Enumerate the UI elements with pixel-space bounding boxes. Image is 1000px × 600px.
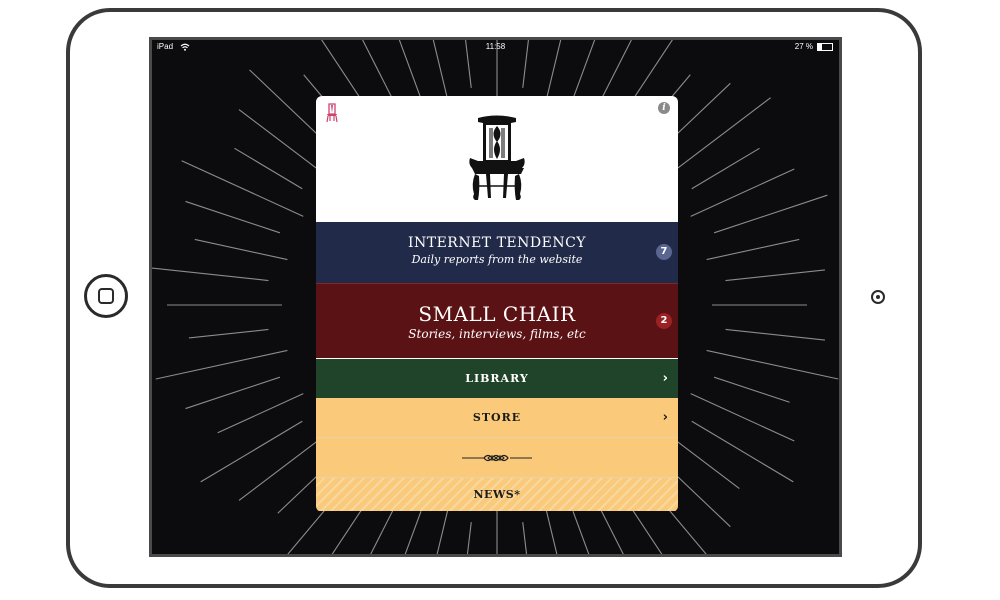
ornament-divider-row [316,438,678,478]
sunburst-ray [217,393,304,434]
sunburst-ray [706,349,839,380]
screen: iPad 11:58 27 % i INTERNET TENDENCY Dail… [149,37,842,557]
battery-percent: 27 % [794,42,813,51]
library-label: LIBRARY [465,372,529,385]
menu-panel: i INTERNET TENDENCY Daily reports from t… [316,96,678,512]
sunburst-ray [234,147,303,190]
sunburst-ray [572,511,590,554]
info-icon[interactable]: i [658,102,670,114]
sunburst-ray [691,147,760,190]
small-chair-title: SMALL CHAIR [418,302,576,326]
store-item[interactable]: STORE › [316,398,678,438]
home-button[interactable] [84,274,128,318]
sunburst-ray [725,269,825,282]
sunburst-ray [691,420,794,483]
sunburst-ray [188,328,269,339]
small-chair-item[interactable]: SMALL CHAIR Stories, interviews, films, … [316,283,678,358]
sunburst-ray [713,194,828,234]
sunburst-ray [713,376,790,403]
sunburst-ray [725,328,825,341]
sunburst-ray [155,349,288,380]
small-chair-icon[interactable] [325,103,339,123]
sunburst-ray [466,522,472,554]
sunburst-ray [404,511,422,554]
sunburst-ray [664,97,771,179]
chevron-right-icon: › [662,371,669,386]
sunburst-ray [690,393,795,442]
battery-status: 27 % [795,40,833,54]
internet-tendency-badge: 7 [656,244,672,260]
news-item[interactable]: NEWS* [316,478,678,511]
sunburst-ray [185,376,281,410]
battery-icon [817,43,833,51]
small-chair-badge: 2 [656,313,672,329]
ornament-divider [462,454,532,462]
internet-tendency-subtitle: Daily reports from the website [411,253,583,266]
sunburst-ray [194,238,288,261]
sunburst-ray [522,522,528,554]
sunburst-ray [690,168,795,217]
internet-tendency-title: INTERNET TENDENCY [407,235,587,251]
chevron-right-icon: › [662,410,669,425]
sunburst-ray [185,200,281,234]
chair-logo [469,115,525,200]
camera-icon [871,290,885,304]
store-label: STORE [472,411,522,424]
library-item[interactable]: LIBRARY › [316,358,678,398]
home-button-square [98,288,114,304]
sunburst-ray [200,420,303,483]
news-label: NEWS* [473,488,521,501]
small-chair-subtitle: Stories, interviews, films, etc [408,327,586,341]
internet-tendency-item[interactable]: INTERNET TENDENCY Daily reports from the… [316,222,678,283]
header-logo-area: i [316,96,678,222]
clock: 11:58 [485,42,506,51]
sunburst-ray [706,238,800,261]
status-bar: iPad 11:58 27 % [152,40,839,54]
sunburst-ray [181,160,304,217]
sunburst-ray [152,267,269,282]
